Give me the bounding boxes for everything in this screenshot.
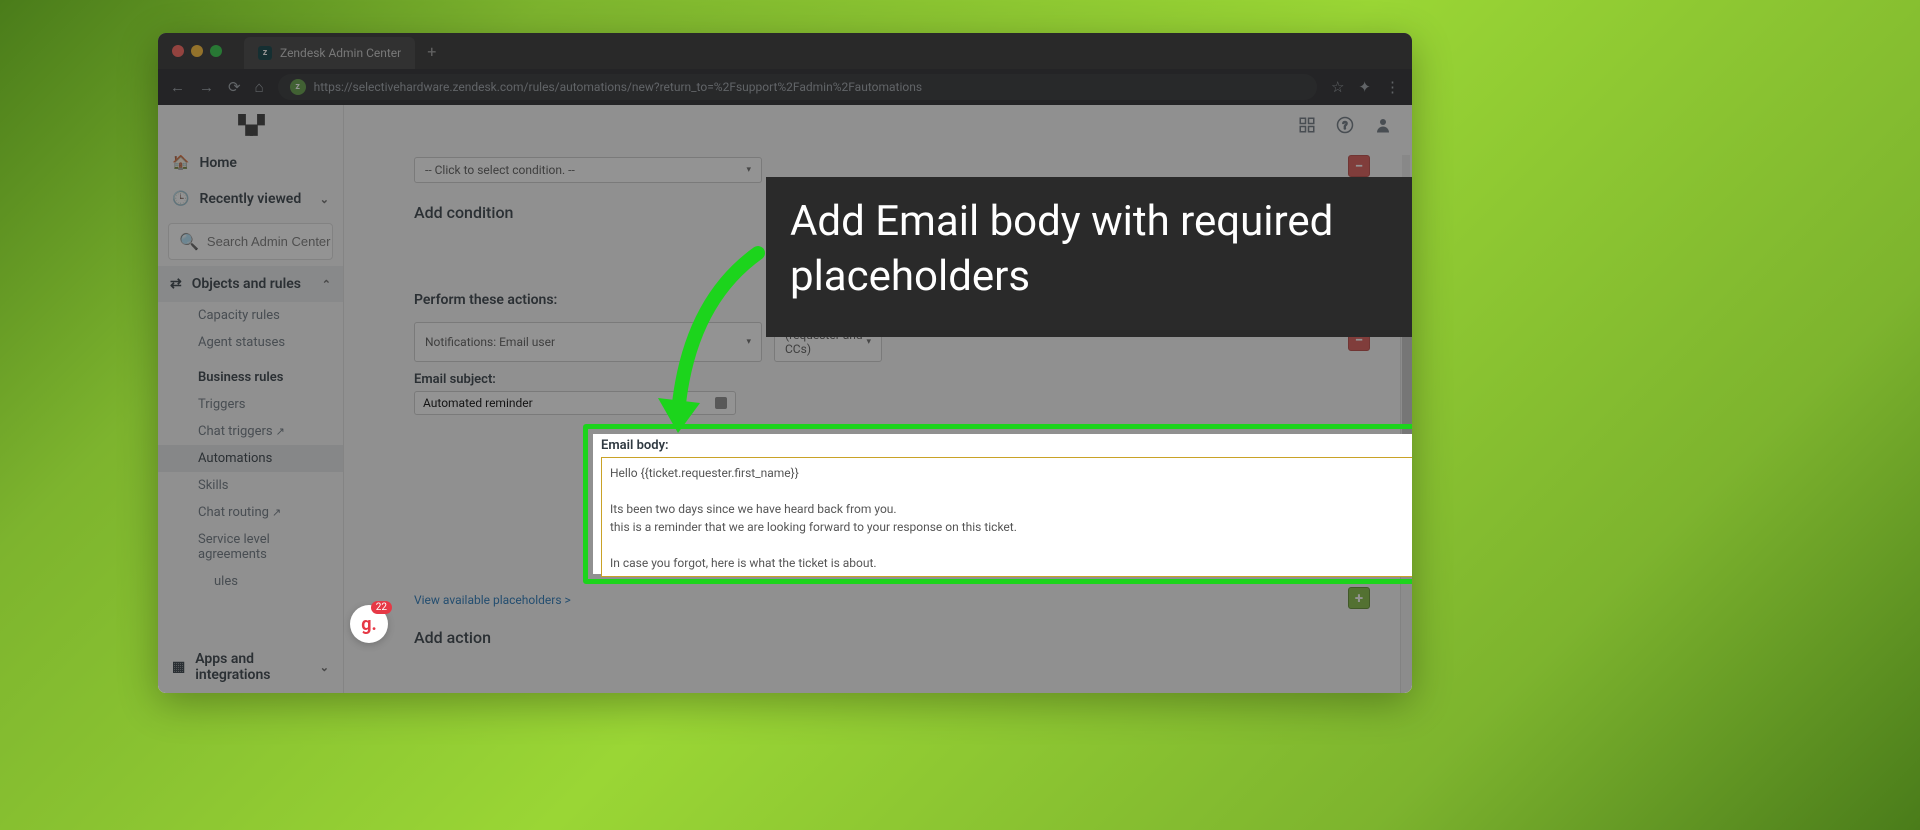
zendesk-favicon-icon [258, 46, 272, 60]
chevron-down-icon: ⌄ [320, 661, 329, 674]
window-controls [158, 45, 236, 57]
email-subject-label: Email subject: [414, 372, 1382, 387]
extensions-icon[interactable]: ✦ [1358, 78, 1371, 96]
url-text: https://selectivehardware.zendesk.com/ru… [314, 80, 922, 94]
sidebar-item-triggers[interactable]: Triggers [158, 391, 343, 418]
sidebar-item-rules-partial[interactable]: ules [158, 568, 343, 595]
nav-home[interactable]: 🏠 Home [158, 145, 343, 181]
maximize-window-icon[interactable] [210, 45, 222, 57]
zendesk-logo: ▚▞ [158, 105, 343, 145]
add-action-heading: Add action [414, 628, 1382, 647]
action-type-value: Notifications: Email user [425, 335, 555, 349]
apps-grid-icon: ▦ [172, 659, 185, 675]
email-subject-value: Automated reminder [423, 396, 533, 410]
sidebar-item-label: Chat triggers [198, 424, 273, 439]
condition-select[interactable]: -- Click to select condition. -- ▾ [414, 157, 762, 183]
home-icon[interactable]: ⌂ [255, 78, 264, 96]
address-bar: ← → ⟳ ⌂ https://selectivehardware.zendes… [158, 69, 1412, 105]
external-link-icon: ↗ [276, 425, 285, 438]
sidebar-item-chat-routing[interactable]: Chat routing↗ [158, 499, 343, 526]
search-admin-center[interactable]: 🔍 [168, 223, 333, 260]
tab-title: Zendesk Admin Center [280, 46, 401, 60]
nav-home-label: Home [199, 155, 237, 171]
nav-apps-integrations[interactable]: ▦ Apps and integrations ⌄ [158, 641, 343, 693]
caret-down-icon: ▾ [866, 337, 871, 347]
caret-down-icon: ▾ [746, 165, 751, 175]
forward-icon[interactable]: → [199, 78, 214, 96]
profile-icon[interactable] [1374, 116, 1392, 134]
top-toolbar: ? [1278, 105, 1412, 145]
sidebar-item-chat-triggers[interactable]: Chat triggers↗ [158, 418, 343, 445]
sidebar: ▚▞ 🏠 Home 🕒 Recently viewed ⌄ 🔍 ⇄ Object… [158, 105, 344, 693]
annotation-arrow-icon [648, 243, 788, 443]
clock-icon: 🕒 [172, 191, 189, 207]
email-body-textarea[interactable] [601, 457, 1412, 577]
svg-text:?: ? [1343, 119, 1348, 132]
help-icon[interactable]: ? [1336, 116, 1354, 134]
minimize-window-icon[interactable] [191, 45, 203, 57]
nav-recent-label: Recently viewed [199, 191, 301, 207]
browser-window: Zendesk Admin Center + ← → ⟳ ⌂ https://s… [158, 33, 1412, 693]
home-icon: 🏠 [172, 155, 189, 171]
section-label: Objects and rules [192, 276, 301, 292]
nav-apps-label: Apps and integrations [195, 651, 310, 683]
menu-icon[interactable]: ⋮ [1385, 78, 1400, 96]
chevron-up-icon: ⌃ [322, 278, 331, 291]
chevron-down-icon: ⌄ [320, 193, 329, 206]
tab-bar: Zendesk Admin Center + [158, 33, 1412, 69]
section-objects-rules[interactable]: ⇄ Objects and rules ⌃ [158, 266, 343, 302]
sidebar-group-business-rules[interactable]: Business rules [158, 364, 343, 391]
add-action-button[interactable]: + [1348, 587, 1370, 609]
sidebar-item-skills[interactable]: Skills [158, 472, 343, 499]
grammarly-badge[interactable]: 22 [350, 605, 388, 643]
new-tab-button[interactable]: + [415, 42, 448, 61]
nav-recently-viewed[interactable]: 🕒 Recently viewed ⌄ [158, 181, 343, 217]
sidebar-item-sla[interactable]: Service level agreements [158, 526, 343, 568]
email-body-highlight: Email body: [583, 424, 1412, 584]
sidebar-item-agent-statuses[interactable]: Agent statuses [158, 329, 343, 356]
condition-placeholder: -- Click to select condition. -- [425, 163, 575, 177]
close-window-icon[interactable] [172, 45, 184, 57]
bookmark-star-icon[interactable]: ☆ [1331, 78, 1344, 96]
grammarly-count: 22 [371, 601, 392, 614]
annotation-callout: Add Email body with required placeholder… [766, 177, 1412, 337]
back-icon[interactable]: ← [170, 78, 185, 96]
view-placeholders-link[interactable]: View available placeholders > [414, 593, 571, 607]
external-link-icon: ↗ [272, 506, 281, 519]
search-icon: 🔍 [179, 232, 199, 251]
browser-tab[interactable]: Zendesk Admin Center [244, 37, 415, 69]
sidebar-item-capacity-rules[interactable]: Capacity rules [158, 302, 343, 329]
reload-icon[interactable]: ⟳ [228, 78, 241, 96]
sidebar-item-label: Chat routing [198, 505, 269, 520]
url-field[interactable]: https://selectivehardware.zendesk.com/ru… [278, 74, 1317, 100]
remove-condition-button[interactable]: − [1348, 155, 1370, 177]
sidebar-item-automations[interactable]: Automations [158, 445, 343, 472]
apps-grid-icon[interactable] [1298, 116, 1316, 134]
rules-icon: ⇄ [170, 276, 182, 292]
site-identity-icon [290, 79, 306, 95]
